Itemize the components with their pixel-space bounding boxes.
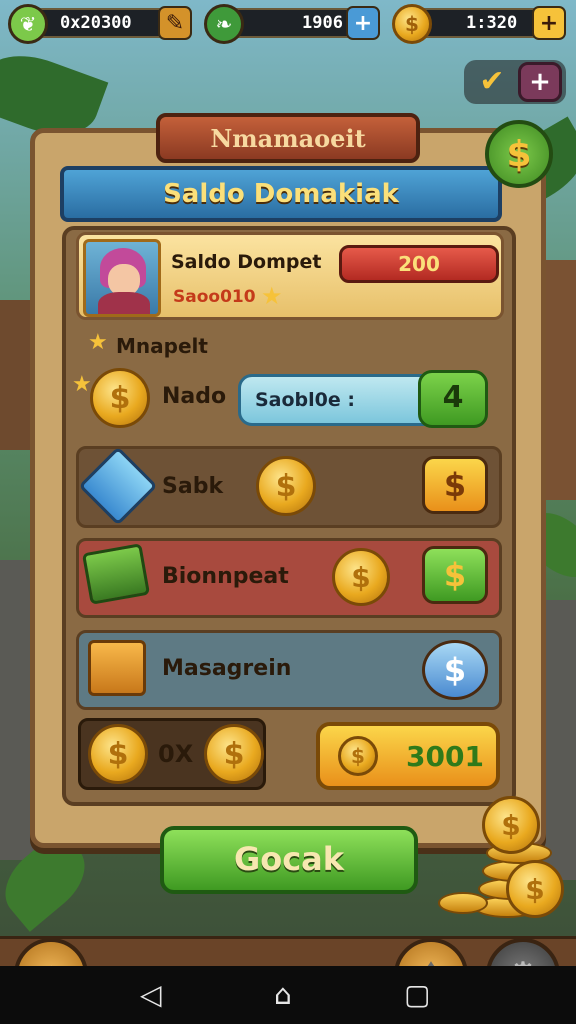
leaf-icon: ❦ (8, 4, 48, 44)
top-hud: ❦ 0x20300 ✎ ❧ 1906 + $ 1:320 + (6, 4, 570, 44)
plus-button[interactable]: + (518, 62, 562, 102)
coin-icon: $ (338, 736, 378, 776)
coin-icon: $ (204, 724, 264, 784)
sabk-buy-button[interactable]: $ (422, 456, 488, 514)
currency-middle-value: 1906 (302, 13, 343, 33)
currency-right-value: 1:320 (466, 13, 518, 33)
coin-icon: $ (332, 548, 390, 606)
coin-icon: $ (392, 4, 432, 44)
total-balance-button[interactable]: $ 3001 (316, 722, 500, 790)
primary-action-button[interactable]: Gocak (160, 826, 418, 894)
section-label: Mnapelt (116, 334, 208, 358)
recents-icon[interactable]: ▢ (404, 976, 430, 1014)
star-icon: ★ (261, 282, 283, 310)
profile-balance-bar: 200 (339, 245, 499, 283)
panel-title-plate: Nmamaoeit (156, 113, 420, 163)
coin-icon: $ (506, 860, 564, 918)
row-label-nado: Nado (162, 384, 227, 409)
coin-icon: $ (90, 368, 150, 428)
treasure-chest-icon (88, 640, 146, 696)
leaf-icon: ❧ (204, 4, 244, 44)
coin-add-button[interactable]: + (532, 6, 566, 40)
multiplier-text: 0X (158, 740, 194, 768)
add-button[interactable]: + (346, 6, 380, 40)
coin-icon: $ (88, 724, 148, 784)
masagrein-buy-button[interactable]: $ (422, 640, 488, 700)
system-nav-bar: ◁ ⌂ ▢ (0, 966, 576, 1024)
star-icon: ★ (88, 330, 108, 355)
bionnpeat-buy-button[interactable]: $ (422, 546, 488, 604)
dollar-badge-icon[interactable]: $ (485, 120, 553, 188)
checkmark-button[interactable]: ✔ (470, 64, 514, 100)
currency-left-value: 0x20300 (60, 13, 132, 33)
panel-banner: Saldo Domakiak (60, 166, 502, 222)
back-icon[interactable]: ◁ (140, 976, 162, 1014)
panel-title: Nmamaoeit (210, 123, 366, 153)
cash-stack-icon (81, 543, 151, 605)
profile-name: Saldo Dompet (171, 251, 322, 273)
nado-field-text: Saobl0e : (255, 389, 355, 411)
leaf-add-button[interactable]: ✎ (158, 6, 192, 40)
quick-actions: ✔ + (464, 60, 566, 104)
profile-subtitle: Saoo010 (173, 287, 256, 307)
home-nav-icon[interactable]: ⌂ (274, 976, 292, 1014)
row-label-bionnpeat: Bionnpeat (162, 564, 289, 589)
row-label-sabk: Sabk (162, 474, 224, 499)
coin-icon: $ (256, 456, 316, 516)
banner-title: Saldo Domakiak (163, 179, 399, 209)
total-balance-value: 3001 (406, 740, 484, 773)
nado-confirm-button[interactable]: 4 (418, 370, 488, 428)
row-label-masagrein: Masagrein (162, 656, 292, 681)
coin-icon: $ (482, 796, 540, 854)
profile-card[interactable]: Saldo Dompet Saoo010 ★ 200 (76, 232, 504, 320)
star-icon: ★ (72, 372, 92, 397)
avatar (83, 239, 161, 317)
